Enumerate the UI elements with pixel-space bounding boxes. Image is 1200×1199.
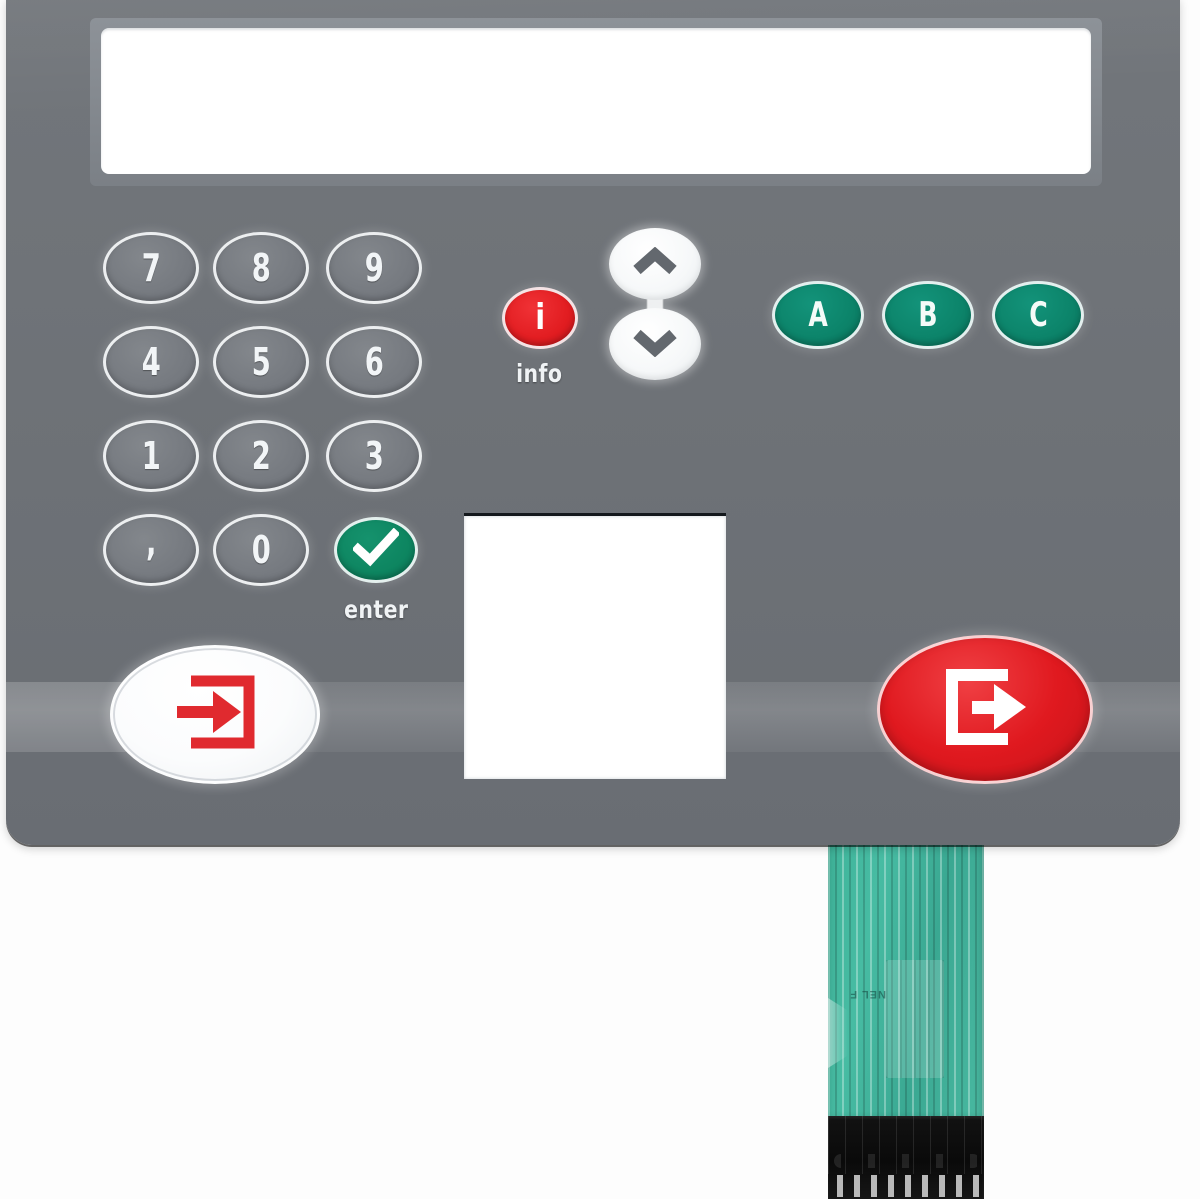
login-arrow-icon: [169, 673, 261, 756]
info-glyph: i: [535, 296, 545, 338]
check-icon: [351, 527, 401, 573]
flex-cable: NEL F: [828, 838, 984, 1116]
logout-arrow-icon: [936, 667, 1034, 752]
key-b[interactable]: B: [882, 281, 974, 349]
key-3[interactable]: 3: [326, 420, 422, 492]
panel-glare-band-left: [6, 682, 126, 752]
cable-marking-text: NEL F: [849, 988, 886, 1000]
navigation-arrow-group: [606, 228, 704, 380]
key-arrow-down[interactable]: [609, 308, 701, 380]
key-7-label: 7: [141, 246, 161, 290]
key-5-label: 5: [251, 340, 271, 384]
key-0[interactable]: 0: [213, 514, 309, 586]
key-1-label: 1: [141, 434, 161, 478]
cable-notch: [828, 998, 848, 1068]
cable-connector: [828, 1116, 984, 1199]
key-enter[interactable]: [334, 517, 418, 583]
logout-button[interactable]: [877, 635, 1093, 784]
display-window: [101, 28, 1091, 174]
cable-pad-traces: [886, 960, 944, 1078]
key-0-label: 0: [251, 528, 271, 572]
key-1[interactable]: 1: [103, 420, 199, 492]
key-arrow-up[interactable]: [609, 228, 701, 300]
info-key-caption: info: [516, 359, 563, 388]
key-comma[interactable]: ,: [103, 514, 199, 586]
key-info[interactable]: i: [502, 287, 578, 349]
login-button[interactable]: [110, 645, 320, 784]
key-5[interactable]: 5: [213, 326, 309, 398]
key-a[interactable]: A: [772, 281, 864, 349]
key-8-label: 8: [251, 246, 271, 290]
key-a-label: A: [808, 295, 828, 335]
key-8[interactable]: 8: [213, 232, 309, 304]
key-b-label: B: [918, 295, 938, 335]
key-6-label: 6: [364, 340, 384, 384]
chevron-up-icon: [633, 246, 677, 282]
key-2[interactable]: 2: [213, 420, 309, 492]
enter-key-caption: enter: [344, 595, 409, 624]
connector-holes: [834, 1154, 980, 1168]
chevron-down-icon: [633, 327, 677, 362]
key-c[interactable]: C: [992, 281, 1084, 349]
key-6[interactable]: 6: [326, 326, 422, 398]
key-7[interactable]: 7: [103, 232, 199, 304]
key-2-label: 2: [251, 434, 271, 478]
keypad-panel: 7 8 9 4 5 6 1 2 3 , 0 enter i info A B C: [6, 0, 1180, 845]
key-9-label: 9: [364, 246, 384, 290]
cable-contact-pad: [886, 960, 944, 1078]
connector-pins: [832, 1175, 982, 1197]
key-4[interactable]: 4: [103, 326, 199, 398]
key-4-label: 4: [141, 340, 161, 384]
key-c-label: C: [1028, 295, 1048, 335]
screenshot-stage: NEL F 7 8 9 4 5 6 1 2 3 , 0 enter i info…: [0, 0, 1200, 1199]
key-9[interactable]: 9: [326, 232, 422, 304]
card-reader-window: [464, 513, 726, 779]
key-comma-label: ,: [145, 520, 157, 564]
key-3-label: 3: [364, 434, 384, 478]
